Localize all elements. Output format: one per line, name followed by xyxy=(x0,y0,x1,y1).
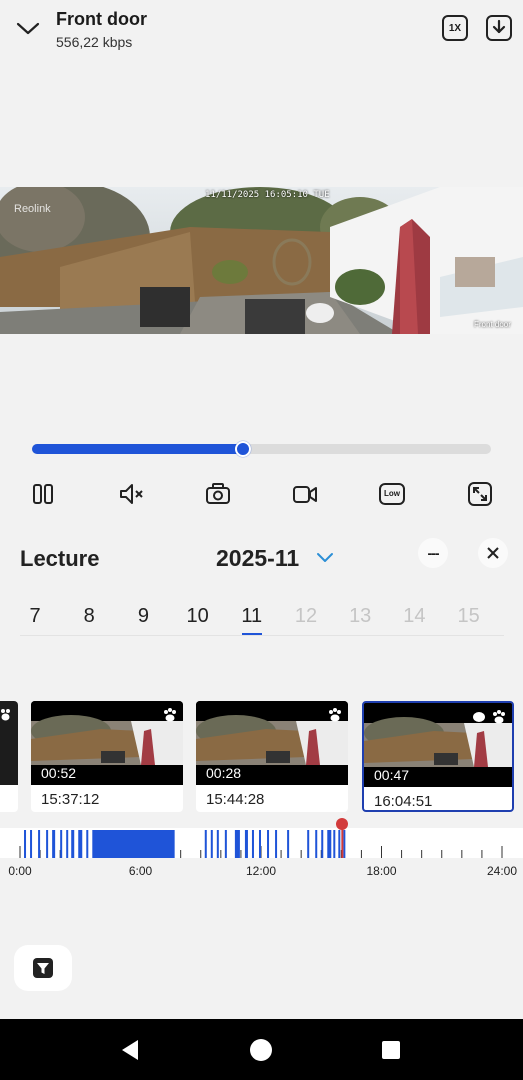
month-selector[interactable]: 2025-11 xyxy=(216,545,299,572)
home-icon[interactable] xyxy=(248,1037,274,1063)
recording-segment xyxy=(60,830,63,858)
progress-handle[interactable] xyxy=(234,441,251,457)
day-8[interactable]: 8 xyxy=(74,605,104,628)
playback-speed-label: 1X xyxy=(448,22,462,34)
back-icon[interactable] xyxy=(118,1037,144,1063)
video-player[interactable]: 11/11/2025 16:05:10 TUE Reolink Front do… xyxy=(0,187,523,334)
mute-icon[interactable] xyxy=(117,480,145,508)
recording-segment xyxy=(224,830,227,858)
recording-segment xyxy=(86,830,89,858)
clip-card[interactable]: 00:52 15:37:12 xyxy=(31,701,183,812)
recording-segment xyxy=(216,830,219,858)
recording-segment xyxy=(24,830,27,858)
clip-duration: 00:28 xyxy=(206,765,242,781)
camera-name-overlay: Front door xyxy=(474,320,511,329)
timeline-label: 18:00 xyxy=(366,864,397,878)
recording-segment xyxy=(244,830,248,858)
recording-segment xyxy=(52,830,56,858)
bitrate-readout: 556,22 kbps xyxy=(56,34,133,50)
recording-segment xyxy=(327,830,332,858)
timeline-label: 12:00 xyxy=(245,864,277,878)
video-frame xyxy=(0,187,523,334)
recording-segment xyxy=(251,830,254,858)
system-navigation-bar xyxy=(0,1019,523,1080)
recording-segment xyxy=(267,830,270,858)
timeline-label: 24:00 xyxy=(486,864,518,878)
day-11[interactable]: 11 xyxy=(237,605,267,635)
download-button[interactable] xyxy=(486,15,512,41)
video-timestamp: 11/11/2025 16:05:10 TUE xyxy=(205,190,330,200)
day-14: 14 xyxy=(403,605,426,627)
day-15: 15 xyxy=(457,605,480,627)
day-12: 12 xyxy=(294,605,318,627)
recents-icon[interactable] xyxy=(378,1037,404,1063)
clip-duration: 00:47 xyxy=(374,767,410,783)
recording-segment xyxy=(275,830,278,858)
pet-detection-paw-icon xyxy=(493,710,505,724)
download-icon xyxy=(492,19,506,34)
recording-segment xyxy=(30,830,33,858)
chevron-down-icon[interactable] xyxy=(316,550,334,564)
filter-icon xyxy=(33,958,53,978)
recording-segment xyxy=(333,830,336,858)
recording-segment xyxy=(204,830,207,858)
top-bar: Front door 556,22 kbps 1X xyxy=(0,0,523,60)
quality-label: Low xyxy=(384,489,400,498)
brand-watermark: Reolink xyxy=(14,203,51,215)
recording-segment xyxy=(46,830,49,858)
day-9[interactable]: 9 xyxy=(128,605,158,628)
clip-start-time: 15:44:28 xyxy=(206,791,265,808)
recording-segment xyxy=(78,830,83,858)
clip-duration: 00:52 xyxy=(41,765,77,781)
more-options-label: --- xyxy=(427,545,440,561)
cloud-icon xyxy=(473,712,485,722)
playback-progress-slider[interactable] xyxy=(32,441,491,457)
recording-segment xyxy=(210,830,213,858)
more-options-button[interactable]: --- xyxy=(418,538,448,568)
quality-low-button[interactable]: Low xyxy=(378,480,406,508)
pet-detection-paw-icon xyxy=(164,708,176,722)
day-13: 13 xyxy=(349,605,372,627)
clip-card[interactable]: 00:47 16:04:51 xyxy=(362,701,514,812)
fullscreen-icon[interactable] xyxy=(466,480,494,508)
camera-title: Front door xyxy=(56,9,147,29)
recording-segment xyxy=(321,830,324,858)
playback-speed-button[interactable]: 1X xyxy=(442,15,468,41)
recording-segment xyxy=(38,830,41,858)
day-10[interactable]: 10 xyxy=(183,605,213,628)
snapshot-camera-icon[interactable] xyxy=(204,480,232,508)
clip-start-time: 15:37:12 xyxy=(41,791,100,808)
clip-start-time: 16:04:51 xyxy=(374,793,433,810)
day-7[interactable]: 7 xyxy=(20,605,50,628)
playback-heading: Lecture xyxy=(20,546,100,571)
record-video-icon[interactable] xyxy=(291,480,319,508)
recording-segment xyxy=(92,830,175,858)
clip-card[interactable]: 00:28 15:44:28 xyxy=(196,701,348,812)
filter-button[interactable] xyxy=(14,945,72,991)
recording-segment xyxy=(307,830,310,858)
timeline-chart xyxy=(19,828,503,858)
paw-icon xyxy=(1,709,10,721)
recording-segment xyxy=(338,830,341,858)
clip-card-partial[interactable] xyxy=(0,701,18,812)
timeline-label: 0:00 xyxy=(8,864,32,878)
close-icon xyxy=(487,547,499,559)
recording-segment xyxy=(287,830,290,858)
recording-segment xyxy=(343,830,346,858)
recording-timeline[interactable] xyxy=(0,828,523,858)
close-button[interactable] xyxy=(478,538,508,568)
chevron-down-icon[interactable] xyxy=(14,14,42,42)
recording-segment xyxy=(66,830,69,858)
recording-segment xyxy=(258,830,261,858)
progress-fill xyxy=(32,444,243,454)
pause-icon[interactable] xyxy=(29,480,57,508)
timeline-label: 6:00 xyxy=(128,864,153,878)
recording-segment xyxy=(315,830,318,858)
recording-segment xyxy=(71,830,75,858)
recording-segment xyxy=(234,830,240,858)
pet-detection-paw-icon xyxy=(329,708,341,722)
day-selector: 7 8 9 10 11 12 13 14 15 xyxy=(20,600,504,636)
